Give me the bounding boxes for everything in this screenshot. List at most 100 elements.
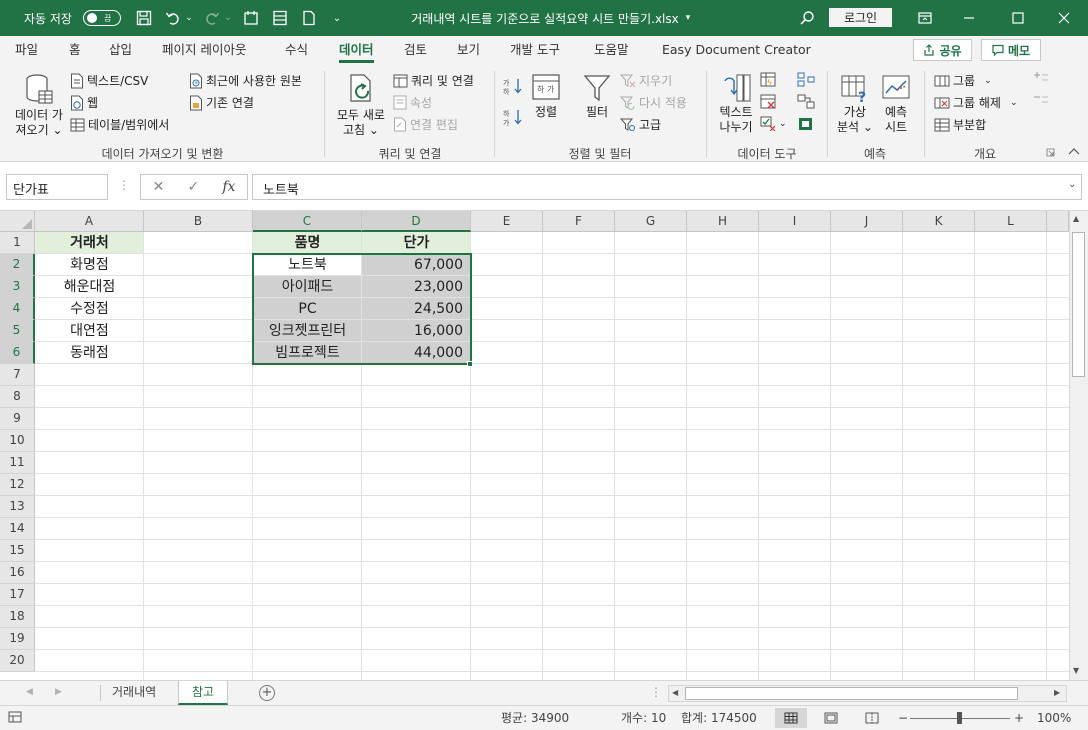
recent-sources-button[interactable]: 최근에 사용한 원본 [189,72,302,89]
sheet-tab-transactions[interactable]: 거래내역 [102,681,166,705]
tab-review[interactable]: 검토 [404,36,427,65]
scroll-down-icon[interactable]: ▼ [1073,666,1079,675]
tab-splitter-icon[interactable]: ⋮ [650,685,662,699]
row-header[interactable]: 15 [0,540,35,562]
row-header[interactable]: 3 [0,276,35,298]
scroll-right-icon[interactable]: ▶ [1054,688,1060,697]
column-header-b[interactable]: B [144,211,253,232]
reapply-button[interactable]: 다시 적용 [620,94,687,111]
cell-a6[interactable]: 동래점 [35,342,144,364]
from-web-button[interactable]: 웹 [70,94,98,111]
tab-home[interactable]: 홈 [69,36,81,65]
ribbon-display-icon[interactable] [915,0,935,36]
row-header[interactable]: 18 [0,606,35,628]
close-icon[interactable] [1052,0,1076,36]
hide-detail-button[interactable] [1033,94,1049,106]
properties-button[interactable]: 속성 [393,94,432,111]
tab-file[interactable]: 파일 [15,36,38,65]
add-sheet-icon[interactable]: + [259,685,275,701]
forecast-sheet-button[interactable]: 예측 시트 [878,73,914,135]
comments-button[interactable]: 메모 [981,39,1041,61]
consolidate-button[interactable] [797,72,815,87]
normal-view-button[interactable] [775,708,807,728]
row-header[interactable]: 19 [0,628,35,650]
row-header[interactable]: 7 [0,364,35,386]
login-button[interactable]: 로그인 [829,8,892,27]
sort-descending-button[interactable]: 하가 [503,108,523,126]
data-validation-button[interactable]: ⌄ [760,116,787,131]
undo-icon[interactable] [163,0,183,36]
page-break-preview-icon[interactable] [865,712,879,726]
remove-duplicates-button[interactable] [760,94,776,109]
form-icon[interactable] [270,0,290,36]
row-header[interactable]: 16 [0,562,35,584]
row-header[interactable]: 2 [0,254,35,276]
row-header[interactable]: 12 [0,474,35,496]
column-header-l[interactable]: L [975,211,1047,232]
redo-icon[interactable] [202,0,222,36]
row-header[interactable]: 10 [0,430,35,452]
row-header[interactable]: 9 [0,408,35,430]
column-header-j[interactable]: J [831,211,903,232]
column-header-g[interactable]: G [615,211,687,232]
column-header-c[interactable]: C [253,211,362,232]
edit-links-button[interactable]: 연결 편집 [393,116,458,133]
from-text-csv-button[interactable]: 텍스트/CSV [70,72,148,89]
formula-bar-splitter-icon[interactable]: ⋮ [118,178,130,192]
tab-page-layout[interactable]: 페이지 레이아웃 [162,36,246,65]
cell-a1[interactable]: 거래처 [35,232,144,254]
maximize-icon[interactable] [1006,0,1030,36]
name-box[interactable]: 단가표 [6,174,108,200]
cell-a4[interactable]: 수정점 [35,298,144,320]
sort-ascending-button[interactable]: 가하 [503,77,523,95]
enter-icon[interactable]: ✓ [187,179,199,195]
tab-view[interactable]: 보기 [457,36,480,65]
vertical-scroll-thumb[interactable] [1072,232,1085,377]
expand-formula-bar-icon[interactable]: ⌄ [1068,179,1076,190]
row-header[interactable]: 14 [0,518,35,540]
customize-qat-icon[interactable]: ⌄ [330,0,344,36]
what-if-analysis-button[interactable]: ? 가상 분석 ⌄ [834,73,876,135]
zoom-slider-thumb[interactable] [957,712,962,724]
minimize-icon[interactable] [957,0,981,36]
horizontal-scroll-thumb[interactable] [685,687,1018,700]
show-detail-button[interactable] [1033,72,1049,84]
zoom-level[interactable]: 100% [1037,706,1071,730]
vertical-scrollbar[interactable]: ▲ ▼ [1069,211,1088,680]
insert-function-button[interactable]: fx [222,179,235,195]
ungroup-button[interactable]: 그룹 해제 ⌄ [934,94,1018,111]
row-header[interactable]: 1 [0,232,35,254]
row-header[interactable]: 17 [0,584,35,606]
column-header-m[interactable] [1047,211,1069,232]
column-header-f[interactable]: F [543,211,615,232]
horizontal-scrollbar[interactable]: ◀ ▶ [668,685,1067,702]
new-document-icon[interactable] [299,0,319,36]
collapse-ribbon-icon[interactable] [1068,147,1080,155]
outline-dialog-launcher-icon[interactable] [1046,148,1055,157]
subtotal-button[interactable]: 부분합 [934,116,986,133]
column-header-i[interactable]: I [759,211,831,232]
tab-insert[interactable]: 삽입 [109,36,132,65]
row-header[interactable]: 20 [0,650,35,672]
scroll-left-icon[interactable]: ◀ [672,688,678,697]
text-to-columns-button[interactable]: 텍스트 나누기 [712,73,760,135]
row-header[interactable]: 11 [0,452,35,474]
worksheet-grid[interactable]: A B C D E F G H I J K L 1 2 3 4 5 6 7 8 … [0,211,1088,680]
title-dropdown-icon[interactable]: ▾ [682,0,694,36]
column-header-a[interactable]: A [35,211,144,232]
row-header[interactable]: 5 [0,320,35,342]
redo-dropdown-icon[interactable]: ⌄ [223,0,233,36]
cancel-icon[interactable]: ✕ [153,179,165,195]
flash-fill-button[interactable] [760,72,776,87]
undo-dropdown-icon[interactable]: ⌄ [184,0,194,36]
get-data-button[interactable]: 데이터 가 져오기 ⌄ [8,73,70,138]
sheet-tab-reference[interactable]: 참고 [178,681,228,705]
refresh-all-button[interactable]: 모두 새로 고침 ⌄ [331,73,391,138]
cell-c1[interactable]: 품명 [253,232,362,254]
search-icon[interactable] [797,0,817,36]
column-header-k[interactable]: K [903,211,975,232]
row-header[interactable]: 13 [0,496,35,518]
advanced-filter-button[interactable]: 고급 [620,116,661,133]
autosave-toggle[interactable]: 끔 [83,10,121,26]
zoom-in-icon[interactable]: + [1014,706,1024,730]
